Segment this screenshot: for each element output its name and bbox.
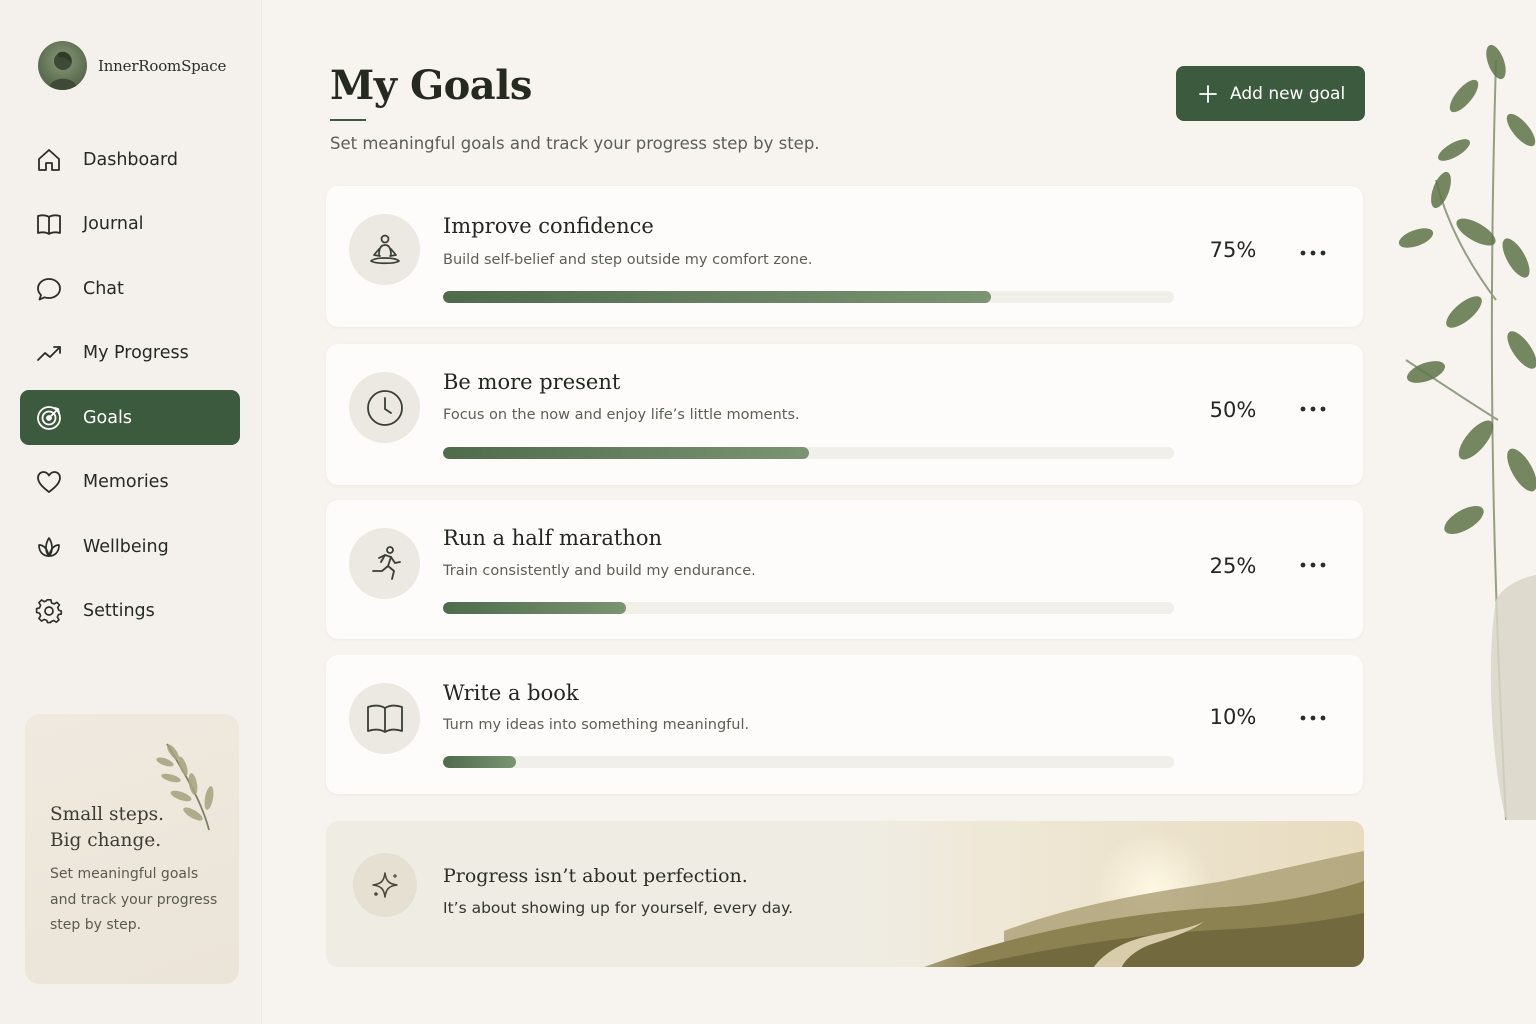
target-icon <box>34 403 64 433</box>
landscape-illustration <box>804 821 1364 967</box>
sidebar-item-settings[interactable]: Settings <box>20 584 240 639</box>
goal-progress-percent: 10% <box>1209 705 1257 729</box>
clock-icon <box>349 372 420 443</box>
sidebar-item-goals[interactable]: Goals <box>20 390 240 445</box>
goal-progress-track <box>443 756 1174 768</box>
quote-card: Small steps. Big change. Set meaningful … <box>25 714 239 984</box>
sidebar-item-label: Memories <box>83 472 169 492</box>
chat-icon <box>34 274 64 304</box>
sidebar-item-label: My Progress <box>83 343 189 363</box>
sidebar-item-label: Dashboard <box>83 149 178 170</box>
goal-progress-track <box>443 447 1174 459</box>
goal-card[interactable]: Write a book Turn my ideas into somethin… <box>326 655 1363 794</box>
goal-progress-track <box>443 602 1174 614</box>
inspiration-title: Progress isn’t about perfection. <box>443 865 748 887</box>
add-new-goal-button[interactable]: Add new goal <box>1176 66 1365 121</box>
goal-title: Be more present <box>443 370 621 394</box>
lotus-icon <box>34 532 64 562</box>
plant-illustration <box>1398 44 1536 820</box>
goal-progress-fill <box>443 756 517 768</box>
goal-progress-fill <box>443 602 626 614</box>
sparkle-icon <box>353 853 417 917</box>
sidebar-item-wellbeing[interactable]: Wellbeing <box>20 519 240 574</box>
page-subtitle: Set meaningful goals and track your prog… <box>330 134 820 153</box>
sidebar-item-label: Journal <box>83 214 144 234</box>
goal-card[interactable]: Be more present Focus on the now and enj… <box>326 344 1363 485</box>
brand[interactable]: InnerRoomSpace <box>38 41 226 90</box>
add-new-goal-label: Add new goal <box>1230 83 1346 104</box>
more-options-icon[interactable] <box>1298 238 1328 268</box>
quote-card-body: Set meaningful goals and track your prog… <box>50 866 218 933</box>
sidebar-item-label: Settings <box>83 601 155 621</box>
sidebar: InnerRoomSpace Dashboard Journal Chat My… <box>0 0 262 1024</box>
sidebar-nav: Dashboard Journal Chat My Progress Goals <box>20 132 240 648</box>
more-options-icon[interactable] <box>1298 550 1328 580</box>
goal-progress-percent: 75% <box>1209 238 1257 262</box>
more-options-icon[interactable] <box>1298 703 1328 733</box>
inspiration-banner: Progress isn’t about perfection. It’s ab… <box>326 821 1364 967</box>
avatar <box>38 41 87 90</box>
goal-title: Improve confidence <box>443 214 654 238</box>
sidebar-item-label: Chat <box>83 278 124 299</box>
sidebar-item-label: Goals <box>83 407 132 428</box>
open-book-icon <box>349 683 420 754</box>
sidebar-item-dashboard[interactable]: Dashboard <box>20 132 240 187</box>
book-icon <box>34 209 64 239</box>
plus-icon <box>1198 84 1218 104</box>
sidebar-item-my-progress[interactable]: My Progress <box>20 326 240 381</box>
goal-progress-track <box>443 291 1174 303</box>
goal-title: Write a book <box>443 681 579 705</box>
home-icon <box>34 145 64 175</box>
goal-description: Turn my ideas into something meaningful. <box>443 717 750 733</box>
goal-description: Focus on the now and enjoy life’s little… <box>443 407 800 423</box>
sidebar-item-memories[interactable]: Memories <box>20 455 240 510</box>
main-content: My Goals Set meaningful goals and track … <box>262 0 1536 1024</box>
sidebar-item-label: Wellbeing <box>83 536 169 557</box>
sidebar-item-journal[interactable]: Journal <box>20 197 240 252</box>
inspiration-body: It’s about showing up for yourself, ever… <box>443 899 794 917</box>
goal-progress-fill <box>443 447 809 459</box>
goal-progress-percent: 25% <box>1209 554 1257 578</box>
trend-up-icon <box>34 338 64 368</box>
meditation-icon <box>349 214 420 285</box>
title-underline <box>330 119 366 121</box>
goal-progress-percent: 50% <box>1209 398 1257 422</box>
heart-icon <box>34 467 64 497</box>
sidebar-item-chat[interactable]: Chat <box>20 261 240 316</box>
goal-card[interactable]: Run a half marathon Train consistently a… <box>326 500 1363 639</box>
more-options-icon[interactable] <box>1298 394 1328 424</box>
goal-description: Train consistently and build my enduranc… <box>443 563 756 579</box>
quote-card-title: Small steps. Big change. <box>50 804 165 851</box>
goal-description: Build self-belief and step outside my co… <box>443 252 813 268</box>
brand-name: InnerRoomSpace <box>98 56 227 75</box>
runner-icon <box>349 528 420 599</box>
goal-progress-fill <box>443 291 992 303</box>
goal-card[interactable]: Improve confidence Build self-belief and… <box>326 186 1363 327</box>
page-title: My Goals <box>330 62 532 109</box>
goal-title: Run a half marathon <box>443 526 663 550</box>
gear-icon <box>34 596 64 626</box>
